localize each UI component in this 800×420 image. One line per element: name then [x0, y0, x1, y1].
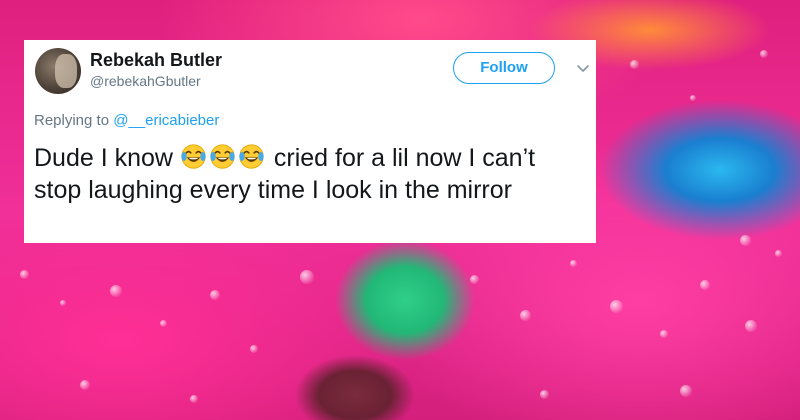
tweet-text-start: Dude I know [34, 144, 180, 172]
tweet-text: Dude I know cried for a lil now I can’t … [34, 142, 589, 206]
reply-prefix: Replying to [34, 112, 114, 129]
face-with-tears-of-joy-icon [239, 144, 264, 169]
reply-mention-link[interactable]: @__ericabieber [113, 112, 219, 129]
follow-button[interactable]: Follow [453, 52, 555, 84]
tweet-card: Rebekah Butler @rebekahGbutler Follow Re… [24, 40, 596, 243]
face-with-tears-of-joy-icon [181, 144, 206, 169]
author-handle[interactable]: @rebekahGbutler [90, 73, 201, 89]
face-with-tears-of-joy-icon [210, 144, 235, 169]
author-name[interactable]: Rebekah Butler [90, 50, 222, 71]
avatar[interactable] [35, 48, 81, 94]
reply-context: Replying to @__ericabieber [34, 112, 219, 129]
chevron-down-icon[interactable] [577, 64, 589, 74]
